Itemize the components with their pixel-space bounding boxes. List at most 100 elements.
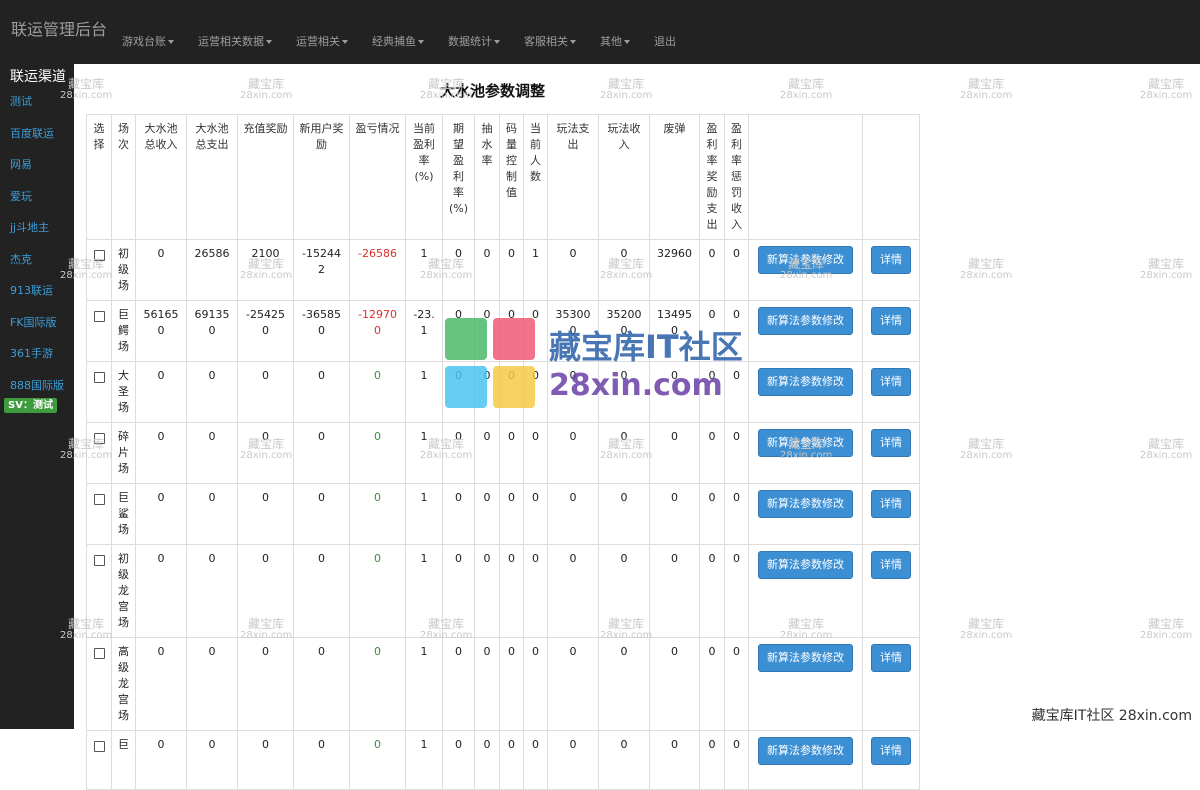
nav-item-label: 经典捕鱼 [372,35,416,48]
data-cell: 0 [523,300,548,362]
nav-item-5[interactable]: 客服相关 [512,0,588,64]
sidebar-item-1[interactable]: 百度联运 [10,125,54,141]
data-cell: 0 [724,422,749,484]
column-header: 废弹 [649,114,700,240]
server-badge: SV：测试 [4,398,57,413]
sidebar: 联运渠道 SV：测试 测试 百度联运 网易 爱玩 jj斗地主 杰克 913联运 FK国际版 36… [0,64,74,729]
data-cell: 0 [598,637,650,731]
nav-item-label: 其他 [600,35,622,48]
row-checkbox[interactable] [93,433,105,444]
row-checkbox[interactable] [93,494,105,505]
row-checkbox[interactable] [93,648,105,659]
data-cell: 2100 [237,239,294,301]
data-cell: 0 [499,730,524,790]
table-header-row: 选择 场次 大水池总收入 大水池总支出 充值奖励 新用户奖励 盈亏情况 当前盈利率(%) 期望盈… [86,114,920,240]
data-cell: 0 [649,637,700,731]
detail-button[interactable]: 详情 [871,551,911,579]
detail-button[interactable]: 详情 [871,429,911,457]
column-header: 充值奖励 [237,114,294,240]
detail-button[interactable]: 详情 [871,644,911,672]
sidebar-item-2[interactable]: 网易 [10,156,32,172]
watermark-line: 28xin.com [960,450,1013,461]
nav-menu: 游戏台账 运营相关数据 运营相关 经典捕鱼 数据统计 客服相关 其他 退出 [110,0,688,64]
nav-item-6[interactable]: 其他 [588,0,642,64]
data-cell: 0 [598,361,650,423]
select-cell [86,483,112,545]
row-checkbox[interactable] [93,250,105,261]
detail-button[interactable]: 详情 [871,246,911,274]
row-checkbox[interactable] [93,311,105,322]
data-cell: 0 [699,361,725,423]
data-cell: 0 [442,300,475,362]
data-cell: 0 [135,637,187,731]
data-cell: 0 [547,637,599,731]
edit-params-button[interactable]: 新算法参数修改 [758,246,853,274]
watermark-text: 藏宝库 28xin.com [1140,438,1192,462]
data-cell: 0 [442,361,475,423]
detail-button[interactable]: 详情 [871,490,911,518]
sidebar-item-0[interactable]: 测试 [10,93,32,109]
column-header: 当前盈利率(%) [405,114,443,240]
edit-params-button[interactable]: 新算法参数修改 [758,737,853,765]
detail-cell: 详情 [862,239,920,301]
app-brand[interactable]: 联运管理后台 [11,16,107,40]
room-name-cell: 大圣场 [111,361,136,423]
nav-item-7[interactable]: 退出 [642,0,688,64]
data-cell: 0 [237,637,294,731]
sidebar-item-4[interactable]: jj斗地主 [10,219,49,235]
data-cell: 1 [405,361,443,423]
watermark-line: 28xin.com [600,90,653,101]
watermark-text: 藏宝库 28xin.com [1140,618,1192,642]
sidebar-item-8[interactable]: 361手游 [10,345,53,361]
select-cell [86,637,112,731]
watermark-line: 28xin.com [780,90,833,101]
detail-button[interactable]: 详情 [871,307,911,335]
sidebar-item-5[interactable]: 杰克 [10,251,32,267]
room-name-cell: 碎片场 [111,422,136,484]
edit-cell: 新算法参数修改 [748,483,863,545]
data-cell: 1 [405,637,443,731]
select-cell [86,422,112,484]
edit-params-button[interactable]: 新算法参数修改 [758,307,853,335]
detail-button[interactable]: 详情 [871,737,911,765]
data-cell: 0 [237,483,294,545]
detail-cell: 详情 [862,483,920,545]
edit-params-button[interactable]: 新算法参数修改 [758,551,853,579]
data-cell: 0 [547,544,599,638]
edit-params-button[interactable]: 新算法参数修改 [758,644,853,672]
nav-item-0[interactable]: 游戏台账 [110,0,186,64]
edit-cell: 新算法参数修改 [748,730,863,790]
data-cell: 0 [442,544,475,638]
data-cell: 0 [442,239,475,301]
data-cell: 0 [474,637,500,731]
sidebar-item-9[interactable]: 888国际版 [10,377,64,393]
data-cell: 0 [186,637,238,731]
nav-item-2[interactable]: 运营相关 [284,0,360,64]
row-checkbox[interactable] [93,372,105,383]
row-checkbox[interactable] [93,555,105,566]
nav-item-4[interactable]: 数据统计 [436,0,512,64]
sidebar-item-3[interactable]: 爱玩 [10,188,32,204]
detail-button[interactable]: 详情 [871,368,911,396]
data-cell: 0 [474,483,500,545]
data-cell: 0 [499,300,524,362]
edit-cell: 新算法参数修改 [748,544,863,638]
watermark-line: 28xin.com [1140,630,1193,641]
data-cell: 0 [649,361,700,423]
room-name-cell: 高级龙宫场 [111,637,136,731]
nav-item-3[interactable]: 经典捕鱼 [360,0,436,64]
edit-cell: 新算法参数修改 [748,239,863,301]
row-checkbox[interactable] [93,741,105,752]
edit-params-button[interactable]: 新算法参数修改 [758,490,853,518]
watermark-line: 28xin.com [240,90,293,101]
sidebar-item-6[interactable]: 913联运 [10,282,53,298]
data-cell: 353000 [547,300,599,362]
watermark-line: 藏宝库 [1148,77,1185,91]
nav-item-label: 退出 [654,35,676,48]
edit-params-button[interactable]: 新算法参数修改 [758,368,853,396]
data-cell: 0 [135,483,187,545]
sidebar-item-7[interactable]: FK国际版 [10,314,57,330]
nav-item-1[interactable]: 运营相关数据 [186,0,284,64]
select-cell [86,544,112,638]
edit-params-button[interactable]: 新算法参数修改 [758,429,853,457]
